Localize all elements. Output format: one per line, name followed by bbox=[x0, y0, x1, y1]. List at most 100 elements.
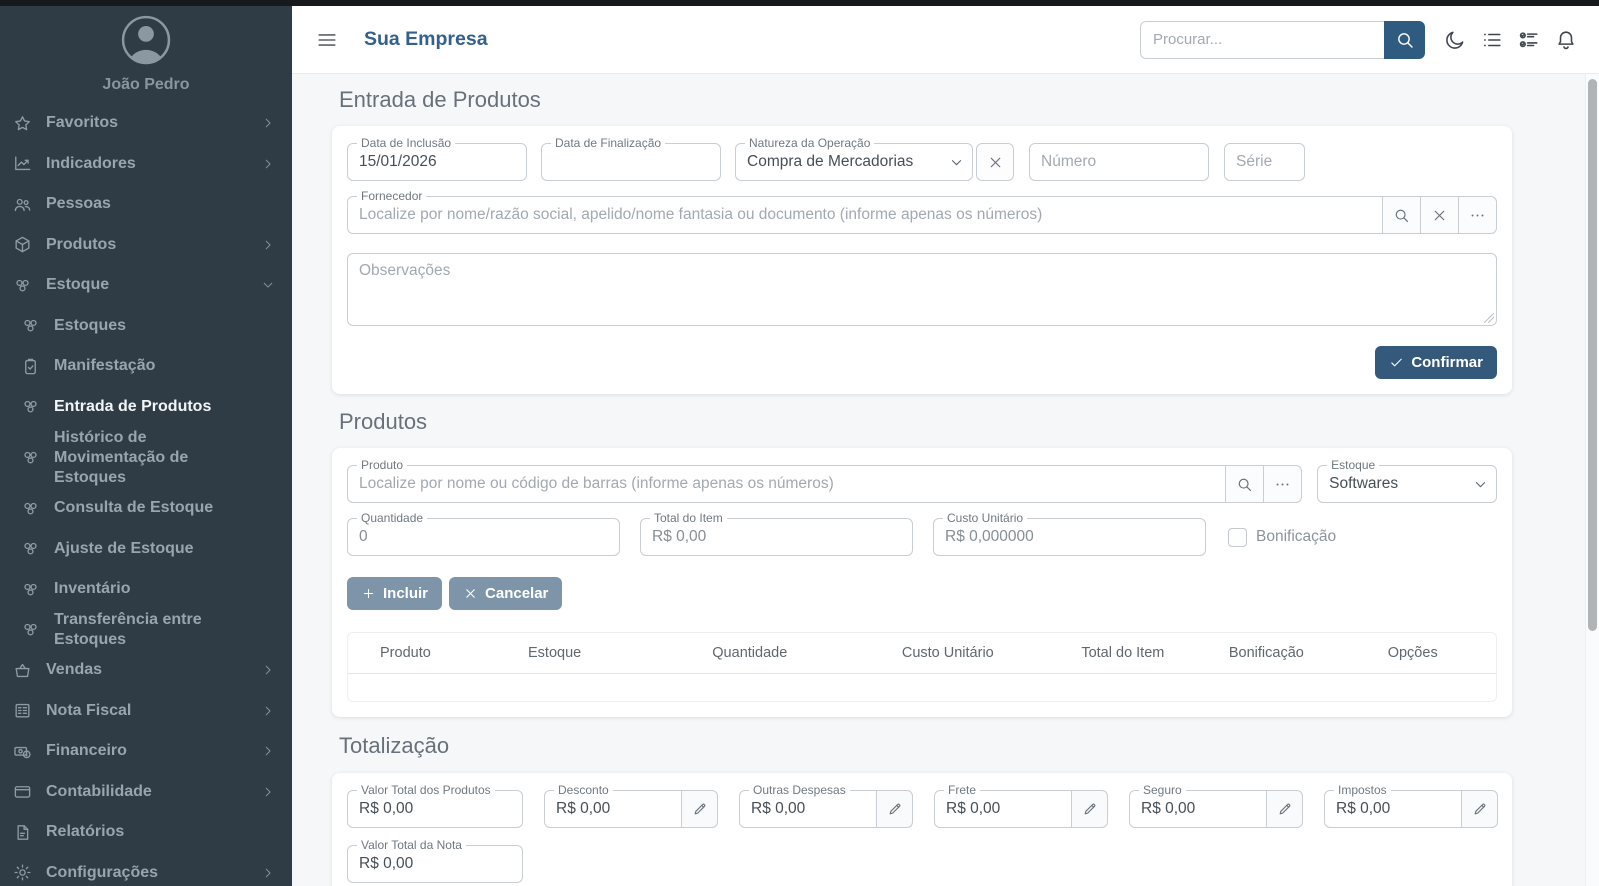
incluir-button[interactable]: Incluir bbox=[347, 577, 442, 610]
sidebar-item-indicadores[interactable]: Indicadores bbox=[0, 144, 292, 185]
table-header-total-item: Total do Item bbox=[1043, 645, 1204, 661]
resize-handle[interactable] bbox=[1484, 313, 1494, 323]
top-header: Sua Empresa bbox=[292, 6, 1599, 74]
dark-mode-moon-icon[interactable] bbox=[1444, 29, 1466, 51]
scrollbar-thumb[interactable] bbox=[1588, 79, 1597, 631]
confirmar-button[interactable]: Confirmar bbox=[1375, 346, 1497, 379]
chevron-right-icon bbox=[261, 866, 275, 880]
pencil-icon bbox=[1082, 801, 1098, 817]
sidebar-item-produtos[interactable]: Produtos bbox=[0, 225, 292, 266]
stock-cluster-icon bbox=[21, 539, 40, 558]
serie-input[interactable] bbox=[1225, 144, 1304, 180]
numero-input[interactable] bbox=[1030, 144, 1208, 180]
sidebar-item-estoque[interactable]: Estoque bbox=[0, 265, 292, 306]
produto-input[interactable] bbox=[348, 466, 1225, 502]
total-item-label: Total do Item bbox=[650, 511, 727, 525]
fornecedor-search-button[interactable] bbox=[1383, 196, 1421, 234]
vertical-scrollbar[interactable] bbox=[1585, 74, 1599, 886]
sidebar-item-transferencia-entre-estoques[interactable]: Transferência entre Estoques bbox=[0, 610, 292, 651]
hamburger-menu-icon[interactable] bbox=[316, 29, 338, 51]
sidebar-item-inventario[interactable]: Inventário bbox=[0, 569, 292, 610]
fornecedor-more-button[interactable] bbox=[1459, 196, 1497, 234]
tasks-checklist-icon[interactable] bbox=[1518, 29, 1540, 51]
ellipsis-icon bbox=[1274, 476, 1291, 493]
entrada-card: Data de Inclusão Data de Finalização Nat… bbox=[332, 126, 1512, 394]
stock-cluster-icon bbox=[21, 499, 40, 518]
search-input[interactable] bbox=[1140, 21, 1384, 59]
stock-cluster-icon bbox=[21, 448, 40, 467]
numero-field bbox=[1029, 143, 1209, 181]
search-button[interactable] bbox=[1384, 21, 1425, 59]
gear-icon bbox=[13, 863, 32, 882]
table-header-bonificacao: Bonificação bbox=[1203, 645, 1329, 661]
edit-seguro-button[interactable] bbox=[1267, 790, 1303, 828]
products-table-header: Produto Estoque Quantidade Custo Unitári… bbox=[348, 633, 1496, 674]
estoque-label: Estoque bbox=[1327, 458, 1379, 472]
edit-impostos-button[interactable] bbox=[1462, 790, 1498, 828]
natureza-operacao-select[interactable]: Natureza da Operação Compra de Mercadori… bbox=[735, 143, 973, 181]
sidebar-item-entrada-de-produtos[interactable]: Entrada de Produtos bbox=[0, 387, 292, 428]
chevron-right-icon bbox=[261, 744, 275, 758]
frete-label: Frete bbox=[944, 783, 980, 797]
sidebar-item-vendas[interactable]: Vendas bbox=[0, 650, 292, 691]
sidebar-item-favoritos[interactable]: Favoritos bbox=[0, 103, 292, 144]
sidebar-item-pessoas[interactable]: Pessoas bbox=[0, 184, 292, 225]
data-inclusao-field: Data de Inclusão bbox=[347, 143, 527, 181]
data-inclusao-label: Data de Inclusão bbox=[357, 136, 455, 150]
custo-unitario-field: Custo Unitário bbox=[933, 518, 1206, 556]
sidebar-item-relatorios[interactable]: Relatórios bbox=[0, 812, 292, 853]
notifications-bell-icon[interactable] bbox=[1555, 29, 1577, 51]
close-icon bbox=[987, 154, 1004, 171]
sidebar-item-manifestacao[interactable]: Manifestação bbox=[0, 346, 292, 387]
observations-textarea[interactable] bbox=[347, 253, 1497, 326]
quantidade-field: Quantidade bbox=[347, 518, 620, 556]
check-icon bbox=[1389, 355, 1404, 370]
list-icon[interactable] bbox=[1481, 29, 1503, 51]
cancelar-button[interactable]: Cancelar bbox=[449, 577, 562, 610]
search-icon bbox=[1236, 476, 1253, 493]
fornecedor-input[interactable] bbox=[348, 197, 1382, 233]
table-header-quantidade: Quantidade bbox=[646, 645, 853, 661]
serie-field bbox=[1224, 143, 1305, 181]
products-table: Produto Estoque Quantidade Custo Unitári… bbox=[347, 632, 1497, 702]
edit-desconto-button[interactable] bbox=[682, 790, 718, 828]
produtos-card: Produto Estoque Softwares Quantidade bbox=[332, 448, 1512, 717]
clear-natureza-button[interactable] bbox=[976, 143, 1014, 181]
edit-outras-despesas-button[interactable] bbox=[877, 790, 913, 828]
close-icon bbox=[463, 586, 478, 601]
seguro-label: Seguro bbox=[1139, 783, 1186, 797]
outras-despesas-field: Outras Despesas bbox=[739, 790, 877, 828]
sidebar-item-nota-fiscal[interactable]: Nota Fiscal bbox=[0, 691, 292, 732]
frete-field: Frete bbox=[934, 790, 1072, 828]
sidebar: João Pedro Favoritos Indicadores Pessoas… bbox=[0, 0, 292, 886]
sidebar-item-configuracoes[interactable]: Configurações bbox=[0, 853, 292, 886]
chart-trend-icon bbox=[13, 154, 32, 173]
chevron-right-icon bbox=[261, 157, 275, 171]
chevron-right-icon bbox=[261, 785, 275, 799]
desconto-label: Desconto bbox=[554, 783, 613, 797]
fornecedor-clear-button[interactable] bbox=[1421, 196, 1459, 234]
sidebar-item-ajuste-de-estoque[interactable]: Ajuste de Estoque bbox=[0, 529, 292, 570]
table-header-opcoes: Opções bbox=[1329, 645, 1495, 661]
impostos-field: Impostos bbox=[1324, 790, 1462, 828]
sidebar-item-consulta-de-estoque[interactable]: Consulta de Estoque bbox=[0, 488, 292, 529]
produto-search-button[interactable] bbox=[1226, 465, 1264, 503]
people-icon bbox=[13, 195, 32, 214]
sidebar-item-historico-movimentacao-estoques[interactable]: Histórico de Movimentação de Estoques bbox=[0, 427, 292, 488]
stock-cluster-icon bbox=[13, 276, 32, 295]
bonificacao-label: Bonificação bbox=[1256, 528, 1336, 546]
desconto-field: Desconto bbox=[544, 790, 682, 828]
sidebar-item-financeiro[interactable]: Financeiro bbox=[0, 731, 292, 772]
sidebar-item-contabilidade[interactable]: Contabilidade bbox=[0, 772, 292, 813]
user-avatar-icon[interactable] bbox=[119, 13, 173, 67]
plus-icon bbox=[361, 586, 376, 601]
clipboard-check-icon bbox=[21, 357, 40, 376]
fornecedor-field: Fornecedor bbox=[347, 196, 1383, 234]
estoque-select[interactable]: Estoque Softwares bbox=[1317, 465, 1497, 503]
search-icon bbox=[1395, 30, 1415, 50]
edit-frete-button[interactable] bbox=[1072, 790, 1108, 828]
bonificacao-checkbox[interactable] bbox=[1228, 528, 1247, 547]
total-item-field: Total do Item bbox=[640, 518, 913, 556]
produto-more-button[interactable] bbox=[1264, 465, 1302, 503]
sidebar-item-estoques[interactable]: Estoques bbox=[0, 306, 292, 347]
